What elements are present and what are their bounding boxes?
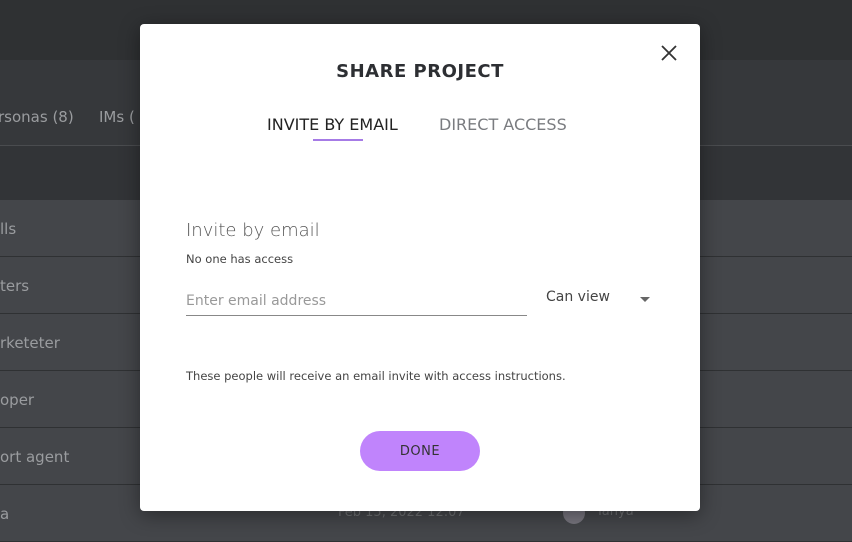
tab-ims[interactable]: IMs ( [99, 108, 135, 126]
share-project-dialog: SHARE PROJECT INVITE BY EMAIL DIRECT ACC… [140, 24, 700, 511]
caret-down-icon [640, 297, 650, 302]
row-label: rketeter [0, 334, 60, 352]
row-label: oper [0, 391, 35, 409]
email-input[interactable] [186, 286, 527, 316]
access-status: No one has access [186, 252, 294, 266]
row-label: a [0, 505, 10, 523]
row-label: ort agent [0, 448, 70, 466]
invite-note: These people will receive an email invit… [186, 369, 566, 383]
row-label: lls [0, 220, 17, 238]
permission-value: Can view [546, 289, 610, 305]
dialog-title: SHARE PROJECT [336, 61, 504, 82]
section-heading: Invite by email [186, 220, 320, 241]
done-button[interactable]: DONE [360, 431, 480, 471]
tab-direct-access[interactable]: DIRECT ACCESS [439, 115, 567, 134]
row-label: ters [0, 277, 30, 295]
active-tab-indicator [313, 139, 363, 141]
tab-invite-by-email[interactable]: INVITE BY EMAIL [267, 115, 398, 134]
permission-select[interactable]: Can view [546, 289, 650, 313]
tab-personas[interactable]: rsonas (8) [0, 108, 74, 126]
